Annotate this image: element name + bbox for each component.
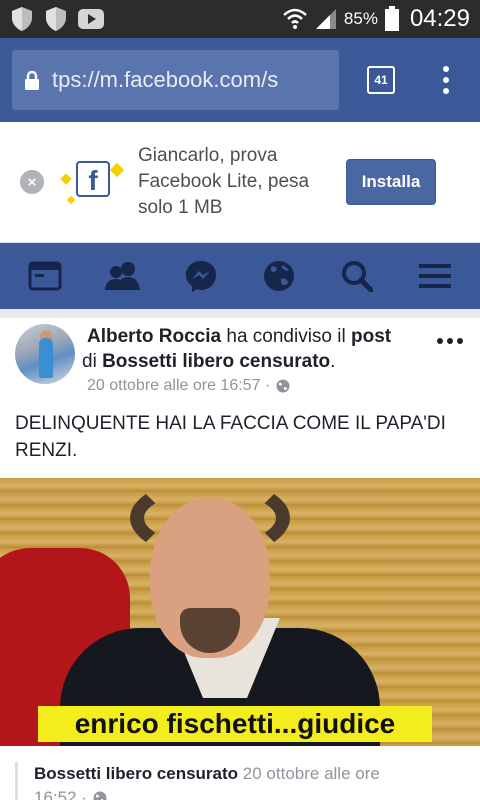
avatar[interactable] — [15, 324, 75, 384]
shield-icon — [46, 7, 66, 31]
search-icon[interactable] — [337, 256, 377, 296]
close-icon[interactable]: × — [20, 170, 44, 194]
author-link[interactable]: Alberto Roccia — [87, 326, 221, 347]
image-caption: enrico fischetti...giudice — [38, 706, 432, 742]
more-options-button[interactable] — [437, 338, 463, 344]
shared-from-block: Bossetti libero censurato 20 ottobre all… — [15, 762, 480, 800]
news-feed-icon[interactable] — [25, 256, 65, 296]
page-link[interactable]: Bossetti libero censurato — [102, 351, 330, 372]
lock-icon — [25, 70, 39, 90]
status-bar: 85% 04:29 — [0, 0, 480, 38]
install-banner: × f Giancarlo, prova Facebook Lite, pesa… — [0, 122, 480, 243]
banner-message: Giancarlo, prova Facebook Lite, pesa sol… — [138, 145, 310, 218]
post-title: Alberto Roccia ha condiviso il post di B… — [82, 326, 392, 372]
messenger-icon[interactable] — [181, 256, 221, 296]
browser-toolbar: tps://m.facebook.com/s 41 — [0, 38, 480, 122]
battery-percent: 85% — [343, 9, 378, 28]
youtube-icon — [78, 9, 104, 29]
shared-timestamp[interactable]: 16:52 · — [34, 786, 87, 800]
facebook-f-icon: f — [76, 161, 110, 197]
signal-icon — [315, 9, 336, 29]
post-timestamp[interactable]: 20 ottobre alle ore 16:57 · — [87, 377, 465, 395]
globe-icon — [276, 379, 290, 393]
shield-icon — [12, 7, 32, 31]
facebook-lite-logo: f — [60, 157, 128, 207]
tabs-count-button[interactable]: 41 — [367, 66, 395, 94]
globe-icon — [93, 791, 107, 800]
url-text: tps://m.facebook.com/s — [52, 67, 279, 92]
post-meta: Alberto Roccia ha condiviso il post di B… — [82, 324, 465, 395]
globe-icon[interactable] — [259, 256, 299, 296]
browser-menu-button[interactable] — [443, 66, 449, 94]
facebook-nav-bar — [0, 243, 480, 309]
wifi-icon — [283, 8, 307, 29]
install-button[interactable]: Installa — [346, 159, 436, 205]
post-body: DELINQUENTE HAI LA FACCIA COME IL PAPA'D… — [15, 413, 446, 461]
status-time: 04:29 — [409, 5, 470, 32]
post-link[interactable]: post — [351, 326, 391, 347]
feed-post: Alberto Roccia ha condiviso il post di B… — [0, 318, 480, 800]
shared-page-link[interactable]: Bossetti libero censurato — [34, 764, 238, 783]
menu-icon[interactable] — [415, 256, 455, 296]
post-header: Alberto Roccia ha condiviso il post di B… — [0, 318, 480, 400]
battery-icon — [384, 6, 399, 31]
friends-icon[interactable] — [103, 256, 143, 296]
post-image[interactable]: enrico fischetti...giudice — [0, 478, 480, 746]
address-bar[interactable]: tps://m.facebook.com/s — [12, 50, 339, 110]
